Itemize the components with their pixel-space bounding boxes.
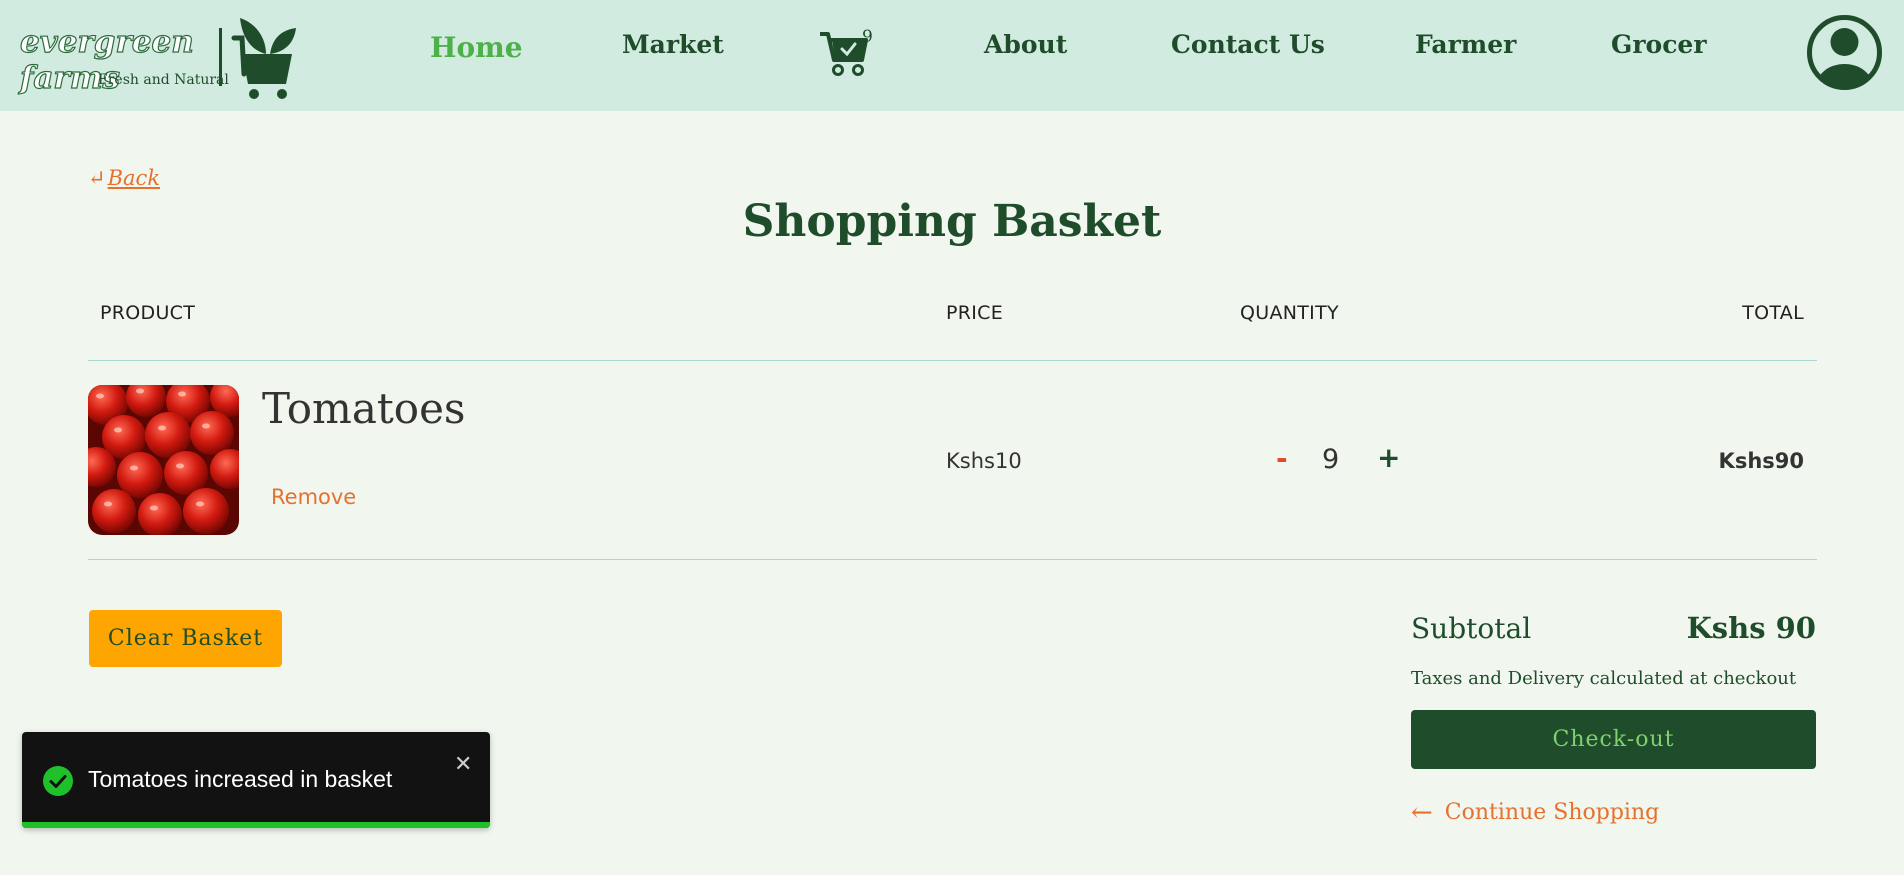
quantity-value: 9 [1322,444,1340,475]
logo-divider [219,28,222,86]
leaf-cart-icon [231,18,296,99]
page-title: Shopping Basket [742,196,1162,247]
product-name: Tomatoes [262,384,466,433]
back-label: Back [107,166,161,190]
column-header-total: TOTAL [1742,302,1804,324]
brand-tagline: Fresh and Natural [98,72,229,88]
toast-progress-bar [22,822,490,828]
cart-count-badge: 9 [862,27,873,47]
clear-basket-button[interactable]: Clear Basket [89,610,282,667]
continue-shopping-label: Continue Shopping [1444,800,1660,825]
back-link[interactable]: ↵Back [88,166,160,190]
nav-farmer[interactable]: Farmer [1415,30,1516,59]
tomatoes-image [88,385,239,535]
table-divider-bottom [88,559,1817,560]
product-image-tomatoes [88,385,239,535]
decrease-quantity-button[interactable]: - [1276,442,1288,475]
arrow-left-icon: ← [1411,798,1433,828]
column-header-quantity: QUANTITY [1240,302,1339,324]
continue-shopping-link[interactable]: ← Continue Shopping [1411,796,1660,828]
navbar: evergreen farms Fresh and Natural Home M… [0,0,1904,111]
checkout-button[interactable]: Check-out [1411,710,1816,769]
user-avatar-icon[interactable] [1806,14,1883,91]
subtotal-value: Kshs 90 [1686,611,1816,645]
subtotal-label: Subtotal [1411,612,1532,645]
toast-message: Tomatoes increased in basket [88,766,393,792]
nav-home[interactable]: Home [430,31,523,64]
column-header-price: PRICE [946,302,1004,324]
column-header-product: PRODUCT [100,302,196,324]
brand-logo[interactable]: evergreen farms Fresh and Natural [18,14,298,100]
toast-notification: Tomatoes increased in basket ✕ [22,732,490,828]
nav-grocer[interactable]: Grocer [1611,30,1707,59]
nav-contact-us[interactable]: Contact Us [1171,30,1325,59]
check-circle-icon [43,766,73,796]
nav-about[interactable]: About [984,30,1067,59]
row-total: Kshs90 [1718,449,1804,473]
unit-price: Kshs10 [946,449,1022,473]
nav-market[interactable]: Market [622,30,724,59]
remove-item-button[interactable]: Remove [271,485,356,509]
close-icon[interactable]: ✕ [454,752,472,777]
table-divider-top [88,360,1817,361]
increase-quantity-button[interactable]: + [1377,441,1400,474]
return-arrow-icon: ↵ [88,166,106,190]
tax-delivery-note: Taxes and Delivery calculated at checkou… [1411,668,1797,689]
